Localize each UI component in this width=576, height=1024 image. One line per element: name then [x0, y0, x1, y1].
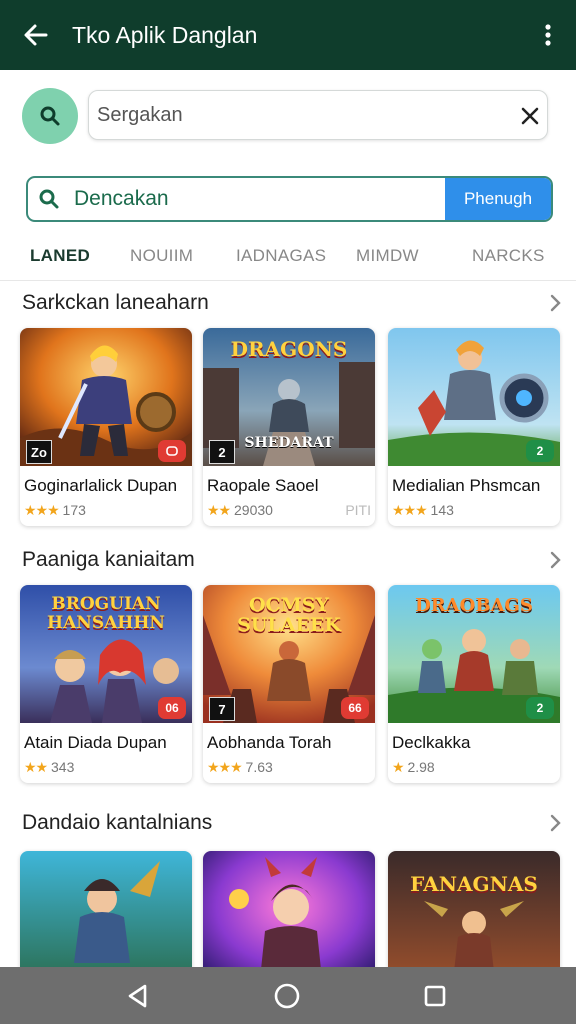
age-badge: 2 [209, 440, 235, 464]
search-icon [40, 106, 60, 126]
rating-count: 173 [62, 502, 86, 518]
game-card[interactable]: DRAGONS SHEDARAT 2 Raopale Saoel ★★ 2903… [203, 328, 375, 526]
app-title: Tko Aplik Danglan [72, 21, 258, 48]
game-rating: ★★★ 7.63 [207, 759, 273, 776]
section-title: Dandaio kantalnians [22, 811, 213, 834]
more-menu-button[interactable] [520, 0, 576, 70]
rating-count: 143 [430, 502, 454, 518]
tab-narcks[interactable]: NARCKS [472, 246, 545, 266]
game-card[interactable]: DRAOBAGS Declkakka ★ 2.98 2 [388, 585, 560, 783]
star-rating: ★★★ [392, 502, 428, 518]
game-artwork [203, 851, 375, 967]
tab-mimdw[interactable]: MIMDW [356, 246, 419, 266]
secondary-search-bar: Dencakan Phenugh [26, 176, 553, 222]
rating-count: 2.98 [407, 759, 435, 775]
game-title: Medialian Phsmcan [392, 476, 541, 495]
hot-badge [158, 440, 186, 462]
game-rating: ★★ 29030 PITI [207, 502, 371, 519]
game-logo-text: BROGUIAN HANSAHHN [47, 594, 165, 633]
section-header[interactable]: Dandaio kantalnians [22, 811, 562, 841]
game-card[interactable]: Zo Goginarlalick Dupan ★★★ 173 [20, 328, 192, 526]
game-logo-text: DRAGONS [230, 337, 348, 361]
game-card[interactable]: FANAGNAS [388, 851, 560, 967]
game-rating: ★★★ 143 [392, 502, 454, 519]
app-bar: Tko Aplik Danglan [0, 0, 576, 70]
game-controller-icon [166, 446, 178, 456]
game-logo-text: DRAOBAGS [415, 595, 533, 616]
search-submit-button[interactable]: Phenugh [445, 178, 551, 220]
category-tabs: LANED NOUIIM IADNAGAS MIMDW NARCKS [0, 240, 576, 281]
extra-label: PITI [345, 502, 371, 518]
close-icon [521, 107, 539, 125]
game-title: Declkakka [392, 733, 471, 752]
nav-home-button[interactable] [257, 973, 317, 1018]
game-title: Aobhanda Torah [207, 733, 332, 752]
tab-laned[interactable]: LANED [30, 246, 90, 266]
clear-search-button[interactable] [512, 98, 548, 134]
more-vert-icon [545, 24, 551, 46]
game-logo-text: OCMSY SULAEEK [237, 594, 341, 636]
chevron-right-icon [550, 294, 561, 312]
secondary-search-label: Dencakan [74, 187, 169, 210]
star-rating: ★★ [24, 759, 48, 775]
game-rating: ★★★ 173 [24, 502, 86, 519]
hot-badge: 66 [341, 697, 369, 719]
search-fab[interactable] [22, 88, 78, 144]
tab-nouiim[interactable]: NOUIIM [130, 246, 193, 266]
age-badge: 7 [209, 697, 235, 721]
star-rating: ★★★ [24, 502, 60, 518]
hot-badge: 06 [158, 697, 186, 719]
game-title: Goginarlalick Dupan [24, 476, 178, 495]
game-card[interactable] [20, 851, 192, 967]
game-logo-text: FANAGNAS [410, 872, 538, 896]
search-row [22, 88, 554, 144]
search-input[interactable] [88, 90, 548, 140]
level-badge: 2 [526, 440, 554, 462]
section-title: Paaniga kaniaitam [22, 548, 195, 571]
main-content: Dencakan Phenugh LANED NOUIIM IADNAGAS M… [0, 70, 576, 967]
game-card[interactable] [203, 851, 375, 967]
game-card[interactable]: Medialian Phsmcan ★★★ 143 2 [388, 328, 560, 526]
star-rating: ★ [392, 759, 405, 775]
game-card[interactable]: BROGUIAN HANSAHHN Atain Diada Dupan ★★ 3… [20, 585, 192, 783]
game-artwork [388, 851, 560, 967]
nav-back-button[interactable] [108, 973, 168, 1018]
rating-count: 343 [51, 759, 75, 775]
system-nav-bar [0, 967, 576, 1024]
nav-recents-button[interactable] [405, 973, 465, 1018]
game-title: Atain Diada Dupan [24, 733, 167, 752]
game-card[interactable]: OCMSY SULAEEK 7 Aobhanda Torah ★★★ 7.63 … [203, 585, 375, 783]
secondary-search-field[interactable]: Dencakan [28, 178, 445, 220]
chevron-right-icon [550, 814, 561, 832]
tab-iadnagas[interactable]: IADNAGAS [236, 246, 326, 266]
rating-badge: Zo [26, 440, 52, 464]
game-rating: ★ 2.98 [392, 759, 435, 776]
star-rating: ★★ [207, 502, 231, 518]
back-button[interactable] [0, 0, 72, 70]
level-badge: 2 [526, 697, 554, 719]
chevron-right-icon [550, 551, 561, 569]
section-title: Sarkckan laneaharn [22, 291, 209, 314]
rating-count: 7.63 [245, 759, 273, 775]
rating-count: 29030 [234, 502, 273, 518]
star-rating: ★★★ [207, 759, 243, 775]
section-header[interactable]: Paaniga kaniaitam [22, 548, 562, 578]
square-recents-icon [424, 985, 446, 1006]
game-rating: ★★ 343 [24, 759, 74, 776]
search-icon [39, 189, 59, 209]
circle-home-icon [274, 983, 300, 1008]
section-header[interactable]: Sarkckan laneaharn [22, 291, 562, 321]
triangle-back-icon [128, 984, 147, 1007]
game-title: Raopale Saoel [207, 476, 319, 495]
game-artwork [20, 851, 192, 967]
arrow-left-icon [24, 24, 48, 46]
